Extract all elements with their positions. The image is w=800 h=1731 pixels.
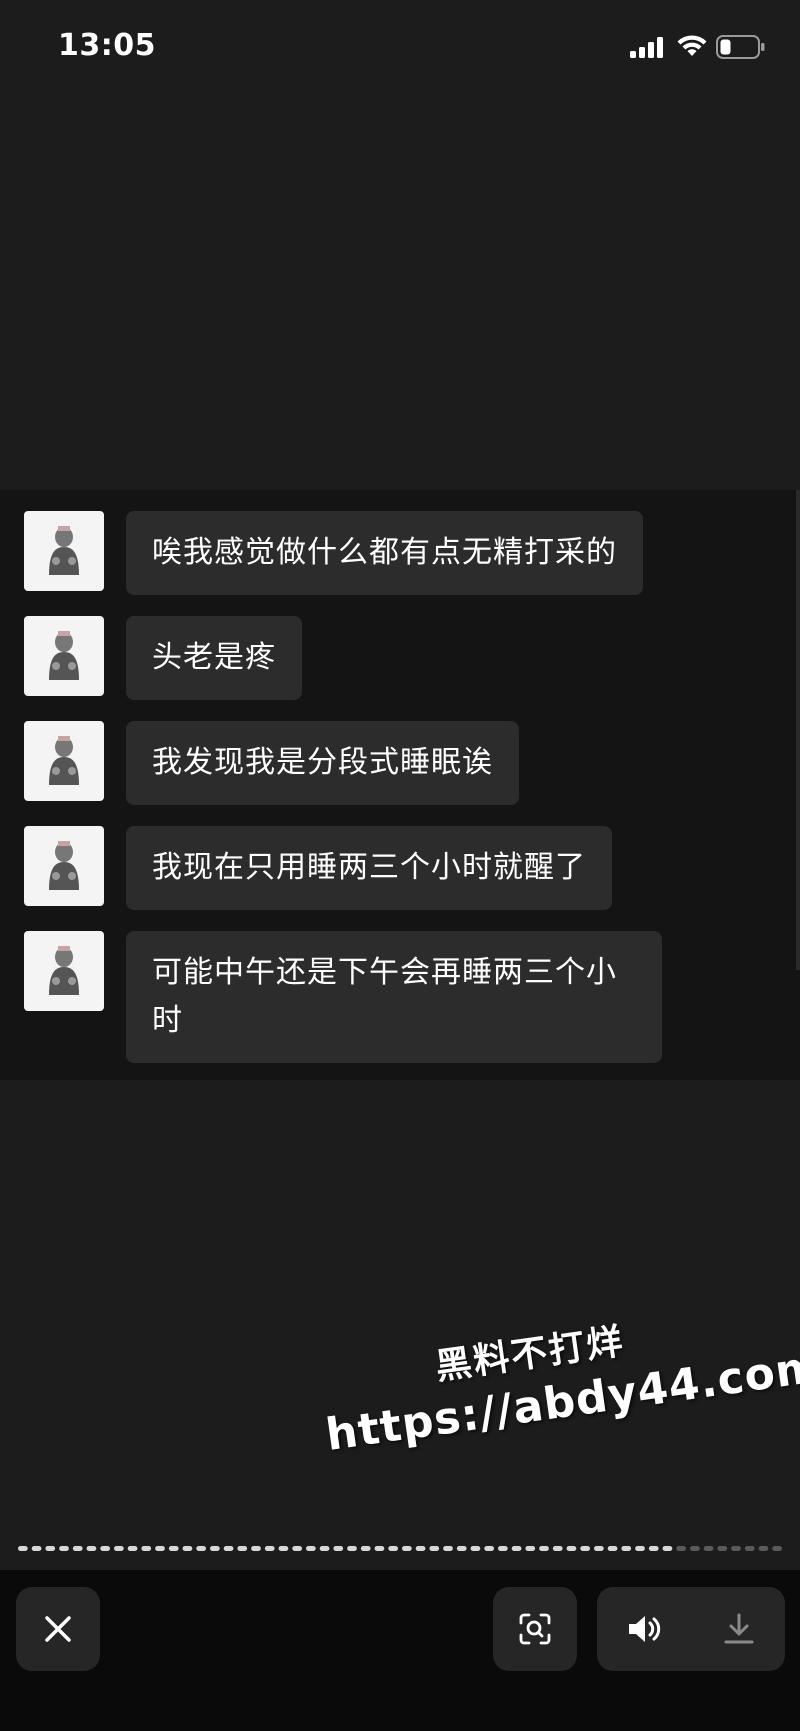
progress-segment <box>470 1546 481 1551</box>
progress-segment <box>196 1546 206 1551</box>
progress-segment <box>703 1546 714 1551</box>
progress-segment <box>141 1546 152 1551</box>
progress-segment <box>415 1546 426 1551</box>
progress-segment <box>662 1546 673 1551</box>
progress-segment <box>127 1546 138 1551</box>
avatar-figure-icon <box>49 631 79 680</box>
message-bubble: 我现在只用睡两三个小时就醒了 <box>126 826 612 910</box>
progress-segment <box>264 1546 275 1551</box>
close-button[interactable] <box>16 1587 100 1671</box>
progress-segment <box>100 1546 110 1551</box>
progress-segment <box>292 1546 302 1551</box>
battery-icon <box>716 35 765 59</box>
progress-segment <box>635 1546 645 1551</box>
progress-segment <box>429 1546 440 1551</box>
speaker-icon[interactable] <box>627 1614 663 1644</box>
message-bubble: 唉我感觉做什么都有点无精打采的 <box>126 511 643 595</box>
avatar[interactable] <box>24 721 104 801</box>
progress-segment <box>306 1546 316 1551</box>
scan-button[interactable] <box>493 1587 577 1671</box>
progress-segment <box>223 1546 234 1551</box>
signal-icon <box>630 37 663 58</box>
progress-segment <box>18 1546 28 1551</box>
progress-segment <box>717 1546 728 1551</box>
progress-segment <box>731 1546 741 1551</box>
progress-segment <box>347 1546 357 1551</box>
avatar-figure-icon <box>49 526 79 575</box>
progress-segment <box>690 1546 700 1551</box>
message-bubble: 我发现我是分段式睡眠诶 <box>126 721 519 805</box>
progress-segment <box>676 1546 686 1551</box>
progress-segment <box>607 1546 618 1551</box>
progress-segment <box>210 1546 220 1551</box>
status-time: 13:05 <box>58 28 156 63</box>
message-row: 唉我感觉做什么都有点无精打采的 <box>24 511 643 595</box>
message-row: 我现在只用睡两三个小时就醒了 <box>24 826 612 910</box>
progress-segment <box>168 1546 179 1551</box>
story-progress <box>18 1546 782 1551</box>
progress-segment <box>552 1546 563 1551</box>
progress-segment <box>333 1546 344 1551</box>
progress-segment <box>772 1546 782 1551</box>
progress-segment <box>45 1546 56 1551</box>
scan-icon <box>519 1613 551 1645</box>
watermark: 黑料不打烊 https://abdy44.com <box>315 1285 800 1461</box>
media-controls <box>597 1587 785 1671</box>
message-row: 我发现我是分段式睡眠诶 <box>24 721 519 805</box>
progress-segment <box>648 1546 659 1551</box>
progress-segment <box>594 1546 604 1551</box>
message-row: 头老是疼 <box>24 616 302 700</box>
progress-segment <box>525 1546 536 1551</box>
progress-segment <box>402 1546 412 1551</box>
scroll-indicator <box>796 490 800 970</box>
avatar-figure-icon <box>49 946 79 995</box>
avatar-figure-icon <box>49 736 79 785</box>
progress-segment <box>72 1546 83 1551</box>
progress-segment <box>758 1546 769 1551</box>
wifi-icon <box>677 35 707 56</box>
progress-segment <box>59 1546 69 1551</box>
progress-segment <box>278 1546 289 1551</box>
avatar[interactable] <box>24 931 104 1011</box>
progress-segment <box>580 1546 590 1551</box>
progress-segment <box>511 1546 522 1551</box>
message-row: 可能中午还是下午会再睡两三个小时 <box>24 931 662 1063</box>
progress-segment <box>484 1546 494 1551</box>
status-bar: 13:05 <box>0 0 800 96</box>
progress-segment <box>443 1546 453 1551</box>
chat-panel: 唉我感觉做什么都有点无精打采的 头老是疼 我发现我是分段式睡眠诶 我现在只用睡两… <box>0 490 800 1080</box>
progress-segment <box>86 1546 97 1551</box>
progress-segment <box>251 1546 261 1551</box>
download-icon[interactable] <box>723 1612 755 1646</box>
progress-segment <box>182 1546 193 1551</box>
bottom-toolbar <box>0 1570 800 1731</box>
avatar[interactable] <box>24 616 104 696</box>
progress-segment <box>319 1546 330 1551</box>
progress-segment <box>388 1546 398 1551</box>
message-bubble: 头老是疼 <box>126 616 302 700</box>
progress-segment <box>114 1546 124 1551</box>
screen: 13:05 唉我感觉做什么都有点无精打采的 头老是疼 我发现我是分段式睡眠诶 我… <box>0 0 800 1731</box>
progress-segment <box>566 1546 577 1551</box>
close-icon <box>45 1616 71 1642</box>
progress-segment <box>31 1546 42 1551</box>
progress-segment <box>621 1546 632 1551</box>
progress-segment <box>360 1546 371 1551</box>
message-bubble: 可能中午还是下午会再睡两三个小时 <box>126 931 662 1063</box>
avatar[interactable] <box>24 826 104 906</box>
avatar-figure-icon <box>49 841 79 890</box>
progress-segment <box>456 1546 467 1551</box>
progress-segment <box>374 1546 385 1551</box>
avatar[interactable] <box>24 511 104 591</box>
progress-segment <box>744 1546 755 1551</box>
progress-segment <box>237 1546 248 1551</box>
progress-segment <box>498 1546 508 1551</box>
progress-segment <box>539 1546 549 1551</box>
progress-segment <box>155 1546 165 1551</box>
